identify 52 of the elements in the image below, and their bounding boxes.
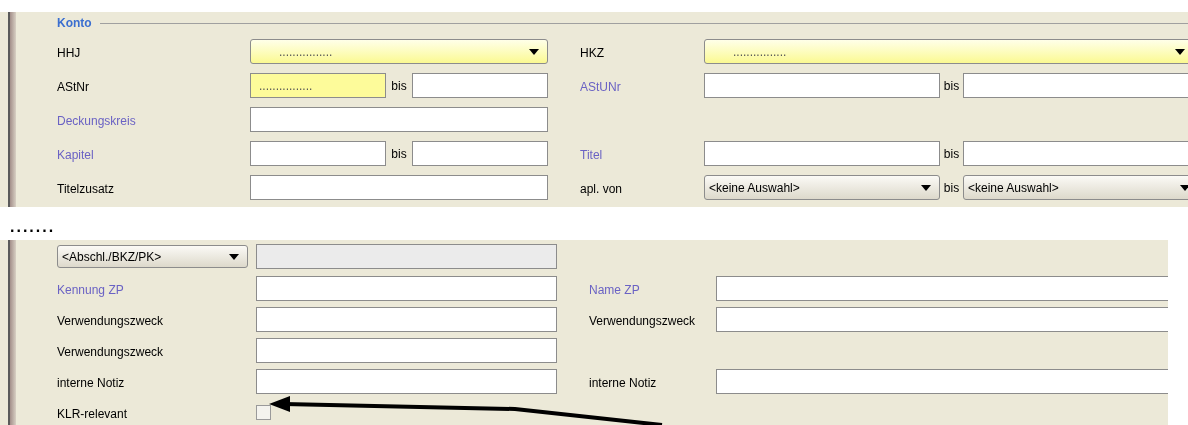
text-field[interactable] — [412, 141, 548, 166]
field-label: apl. von — [580, 181, 623, 196]
text-field[interactable] — [250, 175, 548, 200]
text-field[interactable] — [256, 276, 557, 301]
field-label: Kapitel — [57, 147, 94, 162]
field-label: Kennung ZP — [57, 282, 124, 297]
range-label: bis — [390, 145, 408, 163]
dropdown[interactable]: ................ — [250, 39, 548, 64]
field-label: AStNr — [57, 79, 89, 94]
field-label: Verwendungszweck — [57, 344, 164, 359]
range-label: bis — [942, 77, 961, 95]
text-field[interactable] — [250, 141, 386, 166]
dropdown[interactable]: <keine Auswahl> — [963, 175, 1188, 200]
dropdown[interactable]: <Abschl./BKZ/PK> — [57, 245, 248, 268]
text-field[interactable]: ................ — [250, 73, 386, 98]
text-field[interactable] — [963, 73, 1188, 98]
text-field[interactable] — [704, 141, 940, 166]
field-label: Titel — [580, 147, 603, 162]
checkbox[interactable] — [256, 405, 271, 420]
field-label: Deckungskreis — [57, 113, 136, 128]
group-legend: Konto — [57, 14, 92, 32]
separator-dots: ....... — [10, 220, 57, 237]
field-label: Name ZP — [589, 282, 640, 297]
field-label: HHJ — [57, 45, 81, 60]
dropdown[interactable]: <keine Auswahl> — [704, 175, 940, 200]
field-label: KLR-relevant — [57, 406, 128, 421]
text-field[interactable] — [256, 369, 557, 394]
range-label: bis — [942, 145, 961, 163]
text-field[interactable] — [256, 338, 557, 363]
caret-icon — [921, 184, 931, 191]
field-label: Verwendungszweck — [589, 313, 696, 328]
range-label: bis — [390, 77, 408, 95]
text-field[interactable] — [412, 73, 548, 98]
text-field[interactable] — [256, 307, 557, 332]
caret-icon — [1180, 184, 1188, 191]
field-label: Verwendungszweck — [57, 313, 164, 328]
field-label: interne Notiz — [57, 375, 125, 390]
text-field[interactable] — [716, 307, 1168, 332]
range-label: bis — [942, 179, 961, 197]
caret-icon — [529, 48, 539, 55]
caret-icon — [229, 253, 239, 260]
text-field[interactable] — [704, 73, 940, 98]
field-label: HKZ — [580, 45, 604, 60]
field-label: interne Notiz — [589, 375, 657, 390]
dropdown[interactable]: ................ — [704, 39, 1188, 64]
text-field[interactable] — [716, 369, 1168, 394]
text-field[interactable] — [716, 276, 1168, 301]
text-field[interactable] — [250, 107, 548, 132]
field-label: AStUNr — [580, 79, 621, 94]
caret-icon — [1175, 48, 1185, 55]
field-label: Titelzusatz — [57, 181, 114, 196]
text-field[interactable] — [963, 141, 1188, 166]
